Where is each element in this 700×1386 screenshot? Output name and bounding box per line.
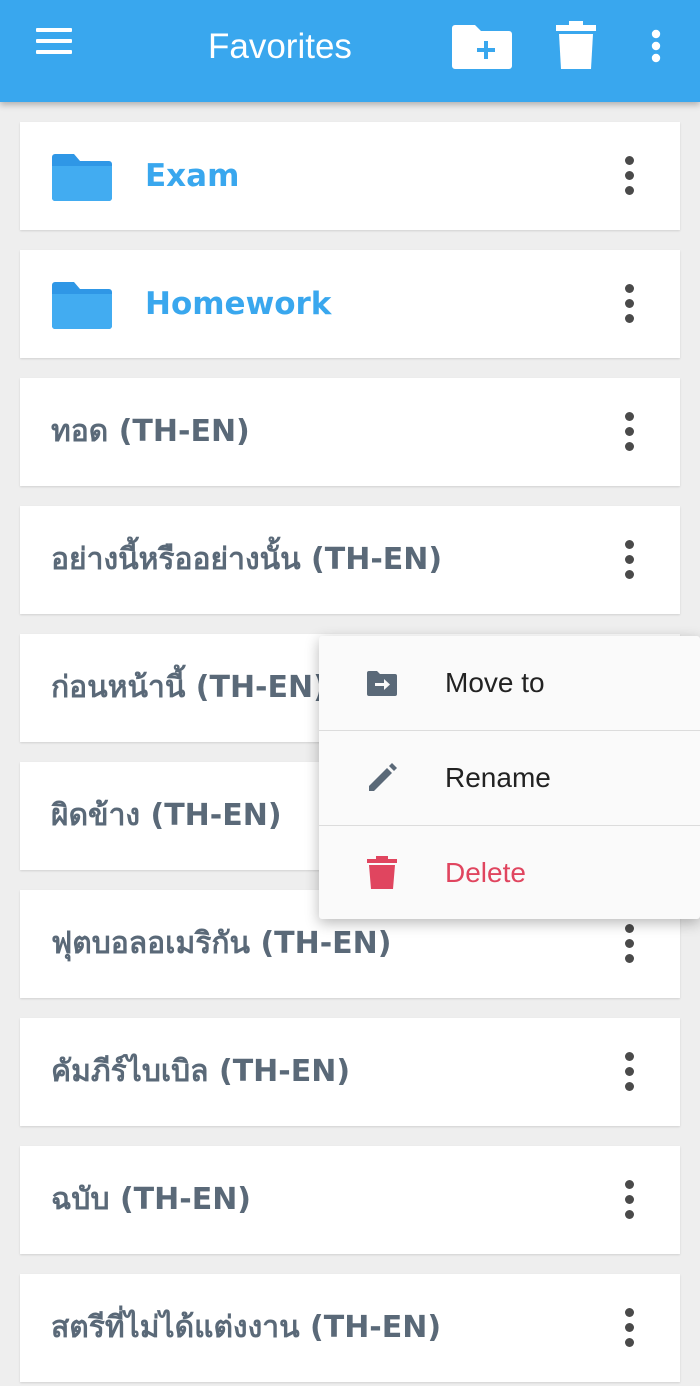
item-more-button[interactable] <box>618 156 642 196</box>
app-bar: Favorites <box>0 0 700 102</box>
menu-item-delete[interactable]: Delete <box>319 826 700 920</box>
menu-item-label: Move to <box>445 667 545 698</box>
menu-item-label: Rename <box>445 762 551 793</box>
trash-icon <box>556 21 596 69</box>
item-more-button[interactable] <box>618 540 642 580</box>
list-item[interactable]: สตรีที่ไม่ได้แต่งงาน (TH-EN) <box>20 1274 680 1382</box>
item-more-button[interactable] <box>618 284 642 324</box>
item-more-button[interactable] <box>618 1308 642 1348</box>
list-item-label: ฉบับ (TH-EN) <box>51 1182 252 1217</box>
item-more-button[interactable] <box>618 1180 642 1220</box>
trash-icon <box>367 856 397 889</box>
list-item-folder-homework[interactable]: Homework <box>20 250 680 358</box>
page-title: Favorites <box>208 27 352 66</box>
context-menu: Move to Rename Delete <box>319 636 700 919</box>
item-more-button[interactable] <box>618 1052 642 1092</box>
list-item[interactable]: ฉบับ (TH-EN) <box>20 1146 680 1254</box>
more-vert-icon <box>651 29 661 63</box>
delete-all-button[interactable] <box>544 14 608 78</box>
list-item-label: Homework <box>145 286 332 322</box>
item-more-button[interactable] <box>618 924 642 964</box>
list-item-label: คัมภีร์ไบเบิล (TH-EN) <box>51 1054 351 1089</box>
list-item[interactable]: อย่างนี้หรืออย่างนั้น (TH-EN) <box>20 506 680 614</box>
item-more-button[interactable] <box>618 412 642 452</box>
list-item[interactable]: คัมภีร์ไบเบิล (TH-EN) <box>20 1018 680 1126</box>
new-folder-button[interactable] <box>450 14 514 78</box>
list-item-label: อย่างนี้หรืออย่างนั้น (TH-EN) <box>51 542 443 577</box>
list-item-label: ทอด (TH-EN) <box>51 414 250 449</box>
folder-icon <box>52 282 112 329</box>
list-item-folder-exam[interactable]: Exam <box>20 122 680 230</box>
list-item-label: ผิดข้าง (TH-EN) <box>51 798 282 833</box>
menu-button[interactable] <box>32 24 76 64</box>
new-folder-icon <box>452 25 512 69</box>
pencil-icon <box>369 763 397 791</box>
list-item-label: สตรีที่ไม่ได้แต่งงาน (TH-EN) <box>51 1310 442 1345</box>
list-item[interactable]: ทอด (TH-EN) <box>20 378 680 486</box>
menu-item-rename[interactable]: Rename <box>319 731 700 825</box>
menu-item-label: Delete <box>445 857 526 888</box>
folder-icon <box>52 154 112 201</box>
overflow-menu-button[interactable] <box>624 14 688 78</box>
list-item-label: Exam <box>145 158 240 194</box>
list-item-label: ก่อนหน้านี้ (TH-EN) <box>51 670 327 705</box>
move-to-folder-icon <box>367 671 397 696</box>
menu-item-move-to[interactable]: Move to <box>319 636 700 730</box>
